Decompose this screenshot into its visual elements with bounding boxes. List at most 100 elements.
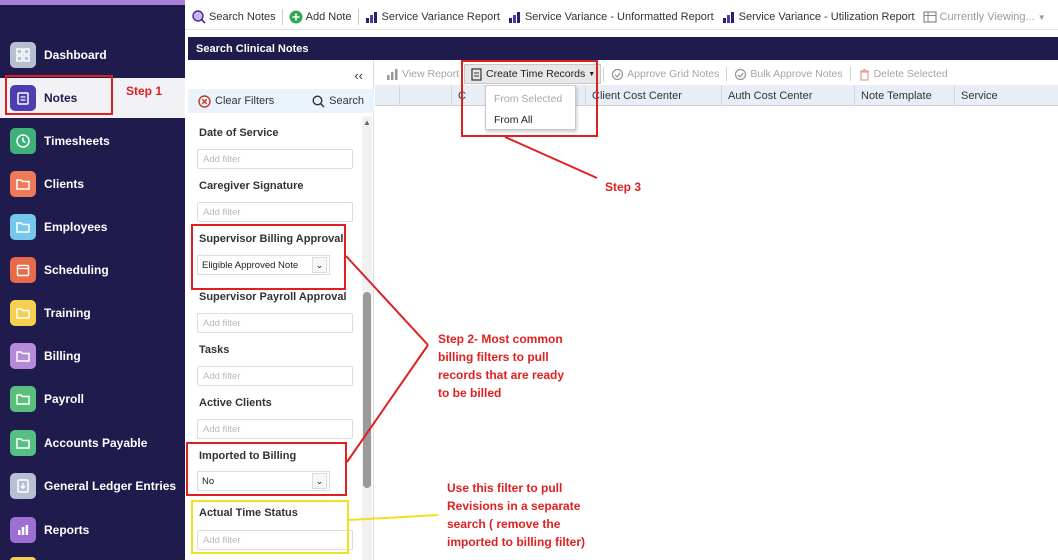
folder-icon bbox=[10, 343, 36, 369]
filter-actions-bar: Clear Filters Search bbox=[188, 89, 374, 113]
sidebar-item-employees[interactable]: Employees bbox=[0, 207, 185, 247]
sidebar-item-accounts-payable[interactable]: Accounts Payable bbox=[0, 423, 185, 463]
top-toolbar: Search Notes Add Note Service Variance R… bbox=[185, 5, 1058, 30]
folder-icon bbox=[10, 300, 36, 326]
sidebar-item-label: Clients bbox=[44, 177, 85, 191]
sidebar-item-label: Employees bbox=[44, 220, 108, 234]
filter-label-date-of-service: Date of Service bbox=[199, 127, 279, 139]
toolbar-divider bbox=[281, 9, 283, 25]
search-notes-label: Search Notes bbox=[209, 11, 276, 23]
filter-label-supervisor-payroll-approval: Supervisor Payroll Approval bbox=[199, 291, 347, 303]
active-clients-input[interactable]: Add filter bbox=[197, 419, 353, 439]
search-notes-button[interactable]: Search Notes bbox=[188, 10, 280, 24]
bulk-approve-notes-button[interactable]: Bulk Approve Notes bbox=[729, 64, 847, 84]
folder-icon bbox=[10, 430, 36, 456]
sidebar-item-dashboard[interactable]: Dashboard bbox=[0, 35, 185, 75]
grid-column-service[interactable]: Service bbox=[954, 85, 1058, 106]
supervisor-billing-highlight-box bbox=[191, 224, 346, 290]
step2-line: records that are ready bbox=[438, 368, 565, 382]
step2-annotation: Step 2- Most common billing filters to p… bbox=[438, 330, 564, 402]
revisions-line: imported to billing filter) bbox=[447, 535, 585, 549]
step3-highlight-box bbox=[461, 60, 598, 137]
clear-circle-icon bbox=[198, 94, 211, 108]
sidebar-item-payroll[interactable]: Payroll bbox=[0, 379, 185, 419]
revisions-annotation: Use this filter to pull Revisions in a s… bbox=[447, 479, 585, 551]
search-label: Search bbox=[329, 95, 364, 107]
sidebar-item-label: Scheduling bbox=[44, 263, 109, 277]
service-variance-report-button[interactable]: Service Variance Report bbox=[361, 10, 504, 24]
plus-circle-icon bbox=[289, 10, 303, 24]
sidebar-item-label: General Ledger Entries bbox=[44, 479, 177, 493]
dashboard-icon bbox=[10, 42, 36, 68]
sidebar-item-label: Payroll bbox=[44, 392, 85, 406]
step2-line: billing filters to pull bbox=[438, 350, 549, 364]
service-variance-report-label: Service Variance Report bbox=[381, 11, 500, 23]
grid-toolbar-divider bbox=[849, 67, 851, 81]
scrollbar-thumb[interactable] bbox=[363, 292, 371, 488]
search-icon bbox=[312, 94, 325, 108]
clear-filters-label: Clear Filters bbox=[215, 95, 275, 107]
collapse-panel-button[interactable]: ‹‹ bbox=[354, 68, 363, 83]
currently-viewing-dropdown[interactable]: Currently Viewing... ▼ bbox=[919, 10, 1050, 24]
sidebar-item-label: Billing bbox=[44, 349, 81, 363]
filter-label-tasks: Tasks bbox=[199, 344, 230, 356]
caregiver-signature-input[interactable]: Add filter bbox=[197, 202, 353, 222]
sidebar-item-general-ledger[interactable]: General Ledger Entries bbox=[0, 466, 185, 506]
grid-toolbar-divider bbox=[726, 67, 728, 81]
step1-highlight-box bbox=[5, 75, 113, 115]
service-variance-unformatted-button[interactable]: Service Variance - Unformatted Report bbox=[504, 10, 718, 24]
imported-to-billing-highlight-box bbox=[186, 442, 347, 496]
sidebar-item-label: Dashboard bbox=[44, 48, 107, 62]
grid-column-client-cost-center[interactable]: Client Cost Center bbox=[585, 85, 721, 106]
report-chart-icon bbox=[365, 12, 377, 23]
report-chart-icon bbox=[387, 68, 398, 80]
bulk-approve-notes-label: Bulk Approve Notes bbox=[750, 68, 843, 80]
grid-checkbox-column[interactable] bbox=[375, 85, 399, 106]
grid-toolbar-divider bbox=[603, 67, 605, 81]
currently-viewing-label: Currently Viewing... bbox=[939, 11, 1035, 23]
download-file-icon bbox=[10, 473, 36, 499]
supervisor-payroll-approval-input[interactable]: Add filter bbox=[197, 313, 353, 333]
step2-line: to be billed bbox=[438, 386, 502, 400]
approve-grid-notes-button[interactable]: Approve Grid Notes bbox=[606, 64, 724, 84]
service-variance-utilization-button[interactable]: Service Variance - Utilization Report bbox=[718, 10, 919, 24]
sidebar-item-timesheets[interactable]: Timesheets bbox=[0, 121, 185, 161]
add-note-label: Add Note bbox=[305, 11, 352, 23]
clear-filters-button[interactable]: Clear Filters bbox=[198, 94, 275, 108]
scroll-up-arrow-icon[interactable]: ▲ bbox=[363, 118, 371, 127]
sidebar-item-reports[interactable]: Reports bbox=[0, 510, 185, 550]
sidebar-item-billing[interactable]: Billing bbox=[0, 336, 185, 376]
grid-column-blank[interactable] bbox=[399, 85, 451, 106]
filter-label-active-clients: Active Clients bbox=[199, 397, 272, 409]
sidebar-item-label: Reports bbox=[44, 523, 90, 537]
folder-icon bbox=[10, 214, 36, 240]
sidebar-item-scheduling[interactable]: Scheduling bbox=[0, 250, 185, 290]
date-of-service-input[interactable]: Add filter bbox=[197, 149, 353, 169]
sidebar-item-clients[interactable]: Clients bbox=[0, 164, 185, 204]
actual-time-status-highlight-box bbox=[191, 500, 349, 554]
search-button[interactable]: Search bbox=[312, 94, 364, 108]
clock-icon bbox=[10, 128, 36, 154]
revisions-line: Use this filter to pull bbox=[447, 481, 563, 495]
view-report-button[interactable]: View Report bbox=[381, 64, 464, 84]
page-title: Search Clinical Notes bbox=[196, 42, 309, 55]
caret-down-icon: ▼ bbox=[1037, 12, 1046, 22]
page-title-bar: Search Clinical Notes bbox=[188, 37, 1058, 60]
tasks-input[interactable]: Add filter bbox=[197, 366, 353, 386]
grid-column-auth-cost-center[interactable]: Auth Cost Center bbox=[721, 85, 854, 106]
bar-chart-icon bbox=[10, 517, 36, 543]
revisions-line: search ( remove the bbox=[447, 517, 561, 531]
step3-annotation: Step 3 bbox=[605, 180, 642, 194]
sidebar-item-label: Training bbox=[44, 306, 91, 320]
table-icon bbox=[922, 11, 937, 23]
delete-selected-button[interactable]: Delete Selected bbox=[853, 64, 953, 84]
sidebar-item-label: Accounts Payable bbox=[44, 436, 148, 450]
delete-selected-label: Delete Selected bbox=[873, 68, 948, 80]
folder-icon bbox=[10, 386, 36, 412]
grid-column-note-template[interactable]: Note Template bbox=[854, 85, 954, 106]
sidebar-item-training[interactable]: Training bbox=[0, 293, 185, 333]
revisions-line: Revisions in a separate bbox=[447, 499, 581, 513]
add-note-button[interactable]: Add Note bbox=[285, 10, 356, 24]
step2-line: Step 2- Most common bbox=[438, 332, 563, 346]
service-variance-utilization-label: Service Variance - Utilization Report bbox=[738, 11, 915, 23]
